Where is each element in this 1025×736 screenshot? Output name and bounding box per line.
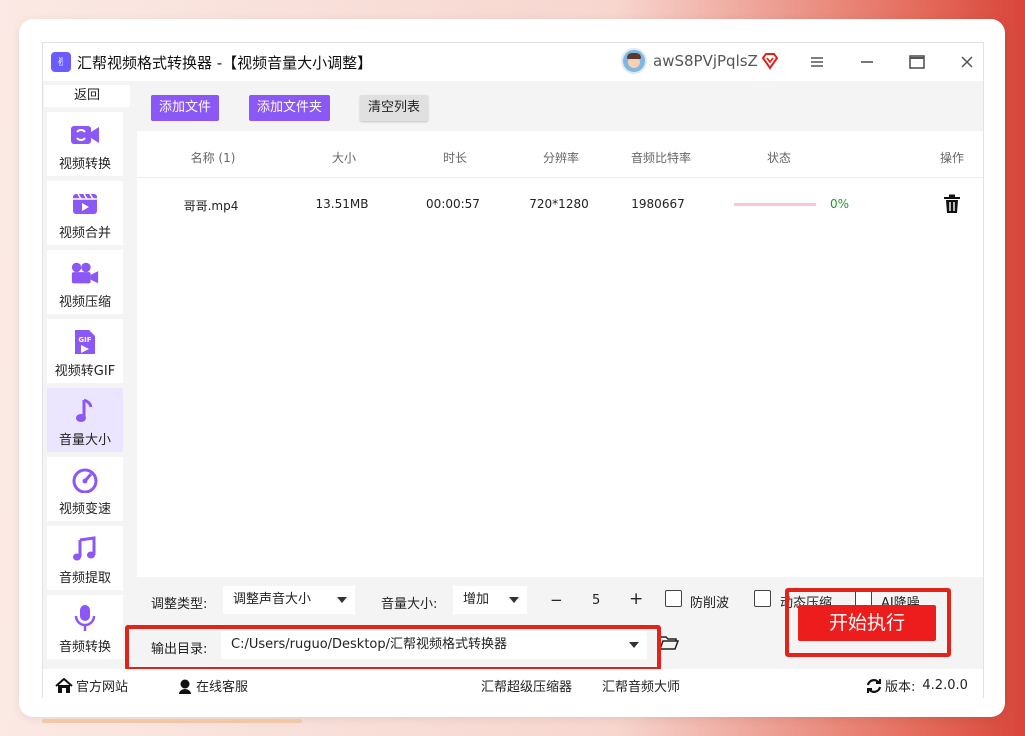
sidebar-item-audio-convert[interactable]: 音频转换 — [47, 595, 123, 659]
sidebar-item-label: 视频压缩 — [58, 295, 111, 310]
title-bar: ✌ 汇帮视频格式转换器 -【视频音量大小调整】 awS8PVjPqlsZ — [43, 43, 983, 81]
sidebar-item-label: 视频合并 — [58, 226, 111, 241]
window-title: 汇帮视频格式转换器 -【视频音量大小调整】 — [77, 54, 373, 72]
header-divider — [137, 177, 983, 178]
volume-decrease-button[interactable]: − — [550, 591, 563, 609]
cell-resolution: 720*1280 — [529, 197, 589, 211]
menu-icon[interactable] — [803, 49, 831, 75]
sidebar-item-video-compress[interactable]: 视频压缩 — [47, 250, 123, 314]
sidebar: 返回 视频转换 视频合并 视频压缩 GIF 视频转GIF 音量大小 视频变速 音… — [43, 83, 131, 667]
anti-clip-checkbox[interactable] — [665, 590, 682, 607]
svg-text:GIF: GIF — [78, 336, 91, 344]
footer-bar: 官方网站 在线客服 汇帮超级压缩器 汇帮音频大师 版本: 4.2.0.0 — [43, 669, 983, 699]
app-window: ✌ 汇帮视频格式转换器 -【视频音量大小调整】 awS8PVjPqlsZ 返回 — [42, 42, 984, 699]
maximize-icon[interactable] — [903, 49, 931, 75]
output-dir-highlight-frame — [125, 625, 661, 671]
dynamic-compress-checkbox[interactable] — [754, 590, 771, 607]
user-name[interactable]: awS8PVjPqlsZ — [653, 52, 758, 70]
sidebar-item-label: 视频转GIF — [54, 364, 116, 379]
add-folder-button[interactable]: 添加文件夹 — [249, 95, 331, 121]
audio-master-link[interactable]: 汇帮音频大师 — [602, 676, 680, 695]
sidebar-item-label: 视频变速 — [58, 502, 111, 517]
decorative-underline — [42, 719, 302, 723]
avatar[interactable] — [621, 48, 647, 74]
video-merge-icon — [70, 190, 100, 218]
video-convert-icon — [70, 121, 100, 149]
support-label: 在线客服 — [196, 680, 249, 695]
progress-bar — [734, 203, 816, 206]
column-header-name[interactable]: 名称 (1) — [191, 149, 236, 166]
volume-mode-select[interactable]: 增加 — [453, 586, 527, 614]
support-link[interactable]: 在线客服 — [177, 676, 248, 695]
cell-name: 哥哥.mp4 — [183, 199, 239, 213]
video-compress-icon — [70, 259, 100, 287]
speedometer-icon — [70, 466, 100, 494]
trash-icon[interactable] — [943, 194, 961, 214]
chevron-down-icon — [509, 597, 519, 603]
sidebar-item-video-merge[interactable]: 视频合并 — [47, 181, 123, 245]
sidebar-item-video-speed[interactable]: 视频变速 — [47, 457, 123, 521]
headset-icon — [179, 679, 191, 694]
website-link[interactable]: 官方网站 — [55, 676, 128, 695]
folder-open-icon[interactable] — [659, 635, 679, 651]
back-button[interactable]: 返回 — [44, 85, 130, 107]
column-header-bitrate: 音频比特率 — [630, 151, 692, 165]
adjust-type-select[interactable]: 调整声音大小 — [223, 586, 355, 614]
volume-mode-value: 增加 — [463, 592, 490, 607]
app-logo-icon: ✌ — [51, 52, 71, 72]
sidebar-item-label: 音量大小 — [58, 433, 111, 448]
gif-icon: GIF — [70, 328, 100, 356]
file-table: 名称 (1) 大小 时长 分辨率 音频比特率 状态 操作 哥哥.mp4 13.5… — [137, 131, 983, 577]
column-header-duration: 时长 — [442, 151, 468, 165]
anti-clip-label: 防削波 — [690, 596, 730, 611]
close-icon[interactable] — [953, 49, 981, 75]
column-header-action: 操作 — [939, 151, 965, 165]
volume-value[interactable]: 5 — [592, 593, 600, 608]
chevron-down-icon — [337, 597, 347, 603]
refresh-icon — [866, 678, 882, 693]
minimize-icon[interactable] — [853, 49, 881, 75]
column-header-resolution: 分辨率 — [542, 151, 580, 165]
compressor-link[interactable]: 汇帮超级压缩器 — [481, 676, 572, 695]
adjust-type-value: 调整声音大小 — [233, 592, 312, 607]
sidebar-item-label: 音频转换 — [58, 640, 111, 655]
sidebar-item-volume[interactable]: 音量大小 — [47, 388, 123, 452]
sidebar-item-label: 音频提取 — [58, 571, 111, 586]
add-file-button[interactable]: 添加文件 — [151, 95, 220, 121]
microphone-icon — [70, 604, 100, 632]
volume-label: 音量大小: — [381, 597, 438, 612]
cell-size: 13.51MB — [315, 197, 369, 211]
version-info[interactable]: 版本: 4.2.0.0 — [866, 676, 968, 695]
cell-duration: 00:00:57 — [426, 197, 480, 211]
sidebar-item-audio-extract[interactable]: 音频提取 — [47, 526, 123, 590]
home-icon — [55, 677, 73, 693]
clear-list-button[interactable]: 清空列表 — [360, 95, 429, 121]
website-label: 官方网站 — [76, 680, 129, 695]
cell-bitrate: 1980667 — [631, 197, 685, 211]
progress-percent: 0% — [830, 197, 850, 211]
vip-diamond-icon[interactable] — [761, 52, 779, 70]
sidebar-item-video-convert[interactable]: 视频转换 — [47, 112, 123, 176]
version-value: 4.2.0.0 — [922, 678, 968, 693]
column-header-size: 大小 — [331, 151, 357, 165]
music-note-icon — [70, 397, 100, 425]
column-header-status: 状态 — [766, 151, 792, 165]
adjust-type-label: 调整类型: — [151, 597, 208, 612]
version-label: 版本: — [885, 680, 916, 695]
start-button[interactable]: 开始执行 — [798, 605, 936, 641]
sidebar-item-video-to-gif[interactable]: GIF 视频转GIF — [47, 319, 123, 383]
audio-extract-icon — [70, 535, 100, 563]
volume-increase-button[interactable]: + — [629, 589, 643, 609]
sidebar-item-label: 视频转换 — [58, 157, 111, 172]
